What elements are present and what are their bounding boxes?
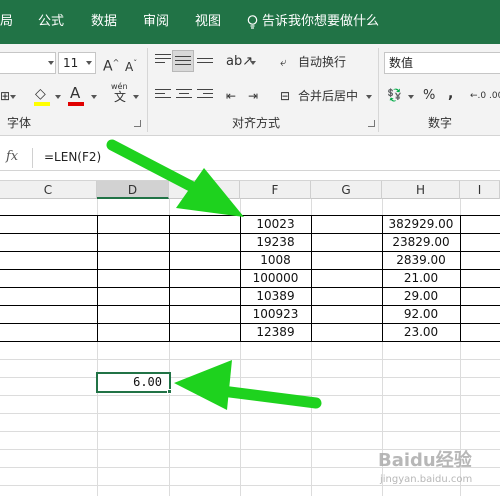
align-center-icon[interactable]	[176, 89, 192, 103]
percent-style-button[interactable]: %	[423, 86, 435, 106]
cell-h8[interactable]: 23.00	[382, 324, 460, 341]
cell-f8[interactable]: 12389	[240, 324, 311, 341]
lightbulb-icon[interactable]	[247, 15, 258, 29]
border-icon[interactable]: ⊞	[0, 86, 10, 106]
font-color-swatch	[68, 102, 84, 106]
decrease-font-icon[interactable]: Aˇ	[125, 54, 137, 74]
wrap-text-icon[interactable]: ⤶	[280, 52, 287, 72]
chevron-down-icon	[366, 95, 372, 99]
group-separator	[378, 48, 379, 132]
chevron-down-icon	[48, 61, 54, 65]
baidu-watermark: Baidu经验 jingyan.baidu.com	[378, 450, 473, 485]
increase-indent-icon[interactable]: ⇥	[248, 86, 258, 106]
fill-handle[interactable]	[167, 389, 172, 394]
tab-data[interactable]: 数据	[91, 0, 117, 44]
align-middle-icon	[175, 56, 191, 70]
cell-h5[interactable]: 21.00	[382, 270, 460, 287]
column-header-d[interactable]: D	[97, 181, 169, 199]
formula-bar: fx =LEN(F2)	[0, 145, 500, 171]
cell-h2[interactable]: 382929.00	[382, 216, 460, 233]
cell-h6[interactable]: 29.00	[382, 288, 460, 305]
chevron-down-icon	[10, 95, 16, 99]
decimal-buttons[interactable]: ←.0 .00	[470, 86, 500, 106]
formula-bar-divider	[32, 148, 33, 168]
formula-input[interactable]: =LEN(F2)	[44, 150, 101, 164]
tell-me-search[interactable]: 告诉我你想要做什么	[262, 0, 379, 44]
cell-f6[interactable]: 10389	[240, 288, 311, 305]
cell-f5[interactable]: 100000	[240, 270, 311, 287]
chevron-down-icon	[86, 61, 92, 65]
chevron-down-icon	[55, 95, 61, 99]
phonetic-guide-icon[interactable]: 文	[114, 87, 126, 107]
tab-formulas[interactable]: 公式	[38, 0, 64, 44]
comma-style-button[interactable]: ,	[448, 84, 453, 104]
column-header-i[interactable]: I	[460, 181, 500, 199]
chevron-down-icon	[91, 95, 97, 99]
ribbon-tab-bar: 局 公式 数据 审阅 视图 告诉我你想要做什么	[0, 0, 500, 44]
chevron-down-icon	[250, 61, 256, 65]
ribbon: 11 A^ Aˇ ⊞ ◇ A wén 文 字体 ab↗ ⤶ 自动换行 ⇤ ⇥ ⊟…	[0, 44, 500, 136]
cell-f3[interactable]: 19238	[240, 234, 311, 251]
cell-f2[interactable]: 10023	[240, 216, 311, 233]
tab-view[interactable]: 视图	[195, 0, 221, 44]
column-header-f[interactable]: F	[240, 181, 311, 199]
currency-format-icon[interactable]: 💱	[387, 85, 402, 105]
column-headers: C D E F G H I	[0, 180, 500, 199]
font-color-icon[interactable]: A	[70, 83, 80, 103]
dialog-launcher-icon[interactable]	[134, 120, 141, 127]
cell-h4[interactable]: 2839.00	[382, 252, 460, 269]
cell-h3[interactable]: 23829.00	[382, 234, 460, 251]
alignment-group-label: 对齐方式	[232, 116, 281, 130]
group-separator	[147, 48, 148, 132]
cell-h7[interactable]: 92.00	[382, 306, 460, 323]
active-cell-value: 6.00	[133, 375, 162, 389]
align-right-icon[interactable]	[197, 89, 213, 103]
decrease-indent-icon[interactable]: ⇤	[226, 86, 236, 106]
merge-center-icon[interactable]: ⊟	[280, 86, 290, 106]
number-group-label: 数字	[428, 116, 453, 130]
align-top-icon[interactable]	[155, 54, 171, 68]
cell-f7[interactable]: 100923	[240, 306, 311, 323]
column-header-c[interactable]: C	[0, 181, 97, 199]
increase-font-icon[interactable]: A^	[103, 53, 119, 75]
font-group-label: 字体	[7, 116, 32, 130]
wrap-text-button[interactable]: 自动换行	[298, 52, 346, 72]
fill-color-icon[interactable]: ◇	[35, 84, 46, 104]
insert-function-icon[interactable]: fx	[6, 149, 18, 164]
tab-layout-partial[interactable]: 局	[0, 0, 13, 44]
dialog-launcher-icon[interactable]	[368, 120, 375, 127]
chevron-down-icon	[408, 95, 414, 99]
tab-review[interactable]: 审阅	[143, 0, 169, 44]
chevron-down-icon	[133, 95, 139, 99]
cell-f4[interactable]: 1008	[240, 252, 311, 269]
align-bottom-icon[interactable]	[197, 58, 213, 72]
merge-center-button[interactable]: 合并后居中	[298, 86, 358, 106]
fill-color-swatch	[34, 102, 50, 106]
align-left-icon[interactable]	[155, 89, 171, 103]
column-header-h[interactable]: H	[382, 181, 460, 199]
number-format-dropdown[interactable]: 数值	[384, 52, 500, 74]
column-header-g[interactable]: G	[311, 181, 382, 199]
column-header-e[interactable]: E	[169, 181, 240, 199]
